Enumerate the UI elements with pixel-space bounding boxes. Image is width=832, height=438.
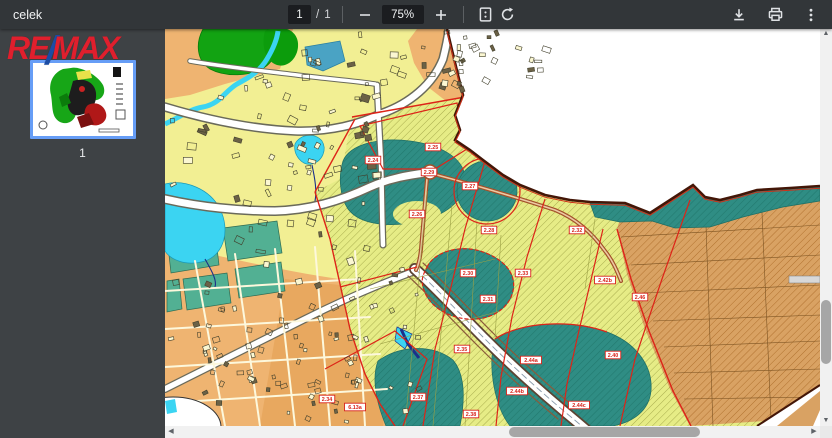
page-number-value: 1 xyxy=(296,9,302,21)
download-icon xyxy=(731,7,747,23)
zone-label: 2.33 xyxy=(515,269,531,277)
svg-text:2.30: 2.30 xyxy=(463,271,474,277)
vertical-scrollbar-thumb[interactable] xyxy=(821,300,831,364)
zone-label: 2.32 xyxy=(569,226,585,234)
svg-text:2.38: 2.38 xyxy=(466,412,477,418)
print-button[interactable] xyxy=(764,4,786,26)
zone-label: 2.29 xyxy=(421,168,437,176)
toolbar-divider xyxy=(342,6,343,23)
svg-text:2.40: 2.40 xyxy=(608,353,619,359)
horizontal-scrollbar-thumb[interactable] xyxy=(509,427,700,437)
zone-label: 2.35 xyxy=(454,345,470,353)
download-button[interactable] xyxy=(728,4,750,26)
thumbnail-page-number: 1 xyxy=(79,146,86,160)
svg-text:2.44a: 2.44a xyxy=(524,358,538,364)
zone-label: 2.44a xyxy=(521,356,542,364)
plus-icon xyxy=(433,7,449,23)
remax-logo-max: MAX xyxy=(52,30,119,66)
zoom-level-input[interactable]: 75% xyxy=(382,5,424,24)
zoom-level-value: 75% xyxy=(391,9,414,21)
more-options-button[interactable] xyxy=(800,4,822,26)
svg-text:2.26: 2.26 xyxy=(412,212,423,218)
zone-label: 6.13a xyxy=(345,403,366,411)
svg-text:2.44b: 2.44b xyxy=(510,389,524,395)
scrollbar-corner xyxy=(820,426,832,438)
zone-label: 2.34 xyxy=(319,395,335,403)
horizontal-scrollbar[interactable]: ◀ ▶ xyxy=(165,426,820,438)
zone-label: 2.46 xyxy=(632,293,648,301)
svg-text:2.37: 2.37 xyxy=(413,395,424,401)
zoom-in-button[interactable] xyxy=(430,4,452,26)
svg-text:2.24: 2.24 xyxy=(368,158,379,164)
zone-label: 2.31 xyxy=(480,295,496,303)
scroll-up-arrow[interactable]: ▲ xyxy=(820,29,832,39)
fit-page-icon xyxy=(477,6,494,23)
zone-label: 2.25 xyxy=(425,143,441,151)
zoom-out-button[interactable] xyxy=(354,4,376,26)
zone-label: 2.38 xyxy=(463,410,479,418)
svg-text:2.31: 2.31 xyxy=(483,297,494,303)
zone-label: 2.44b xyxy=(507,387,528,395)
svg-text:2.42b: 2.42b xyxy=(598,278,612,284)
pdf-toolbar: celek 1 / 1 75% xyxy=(0,0,832,29)
svg-text:2.29: 2.29 xyxy=(424,170,435,176)
rotate-counterclockwise-icon xyxy=(499,6,516,23)
thumbnail-sidebar: 1 xyxy=(0,29,165,438)
remax-logo-re: RE xyxy=(7,30,48,66)
vertical-scrollbar[interactable]: ▲ ▼ xyxy=(820,29,832,426)
page-total: 1 xyxy=(324,9,330,21)
svg-text:2.35: 2.35 xyxy=(457,347,468,353)
scroll-down-arrow[interactable]: ▼ xyxy=(820,416,832,426)
pdf-page-canvas: 2.24 2.25 2.29 2.27 2.26 2.28 2.32 2.30 2.33 2.31… xyxy=(165,29,820,426)
svg-text:2.34: 2.34 xyxy=(322,397,333,403)
svg-text:2.32: 2.32 xyxy=(572,228,583,234)
toolbar-center-controls: 1 / 1 75% xyxy=(288,0,519,29)
fit-page-button[interactable] xyxy=(475,4,497,26)
document-title: celek xyxy=(13,8,42,22)
toolbar-right-controls xyxy=(728,0,822,29)
zone-label: 2.28 xyxy=(481,226,497,234)
pdf-viewer-window: celek 1 / 1 75% xyxy=(0,0,832,438)
thumbnail-wrap: 1 xyxy=(0,60,165,160)
zone-label: 2.44c xyxy=(569,401,590,409)
toolbar-divider xyxy=(463,6,464,23)
zone-label: 2.37 xyxy=(410,393,426,401)
svg-text:2.27: 2.27 xyxy=(465,184,476,190)
svg-text:2.28: 2.28 xyxy=(484,228,495,234)
svg-text:2.44c: 2.44c xyxy=(572,403,586,409)
page-number-input[interactable]: 1 xyxy=(288,5,311,24)
kebab-menu-icon xyxy=(803,7,819,23)
rotate-button[interactable] xyxy=(497,4,519,26)
scroll-left-arrow[interactable]: ◀ xyxy=(165,427,177,437)
svg-text:6.13a: 6.13a xyxy=(348,405,362,411)
zone-label: 2.27 xyxy=(462,182,478,190)
zone-label: 2.24 xyxy=(365,156,381,164)
scroll-right-arrow[interactable]: ▶ xyxy=(808,427,820,437)
zoning-map: 2.24 2.25 2.29 2.27 2.26 2.28 2.32 2.30 2.33 2.31… xyxy=(165,29,820,426)
svg-text:2.33: 2.33 xyxy=(518,271,529,277)
svg-text:2.25: 2.25 xyxy=(428,145,439,151)
zone-label: 2.42b xyxy=(595,276,616,284)
minus-icon xyxy=(357,7,373,23)
svg-text:2.46: 2.46 xyxy=(635,295,646,301)
zone-label: 2.30 xyxy=(460,269,476,277)
zone-label: 2.26 xyxy=(409,210,425,218)
zone-label: 2.40 xyxy=(605,351,621,359)
remax-logo: RE/MAX xyxy=(7,31,119,71)
page-divider: / xyxy=(316,9,319,21)
thumbnail-minimap xyxy=(33,63,133,136)
print-icon xyxy=(767,6,784,23)
